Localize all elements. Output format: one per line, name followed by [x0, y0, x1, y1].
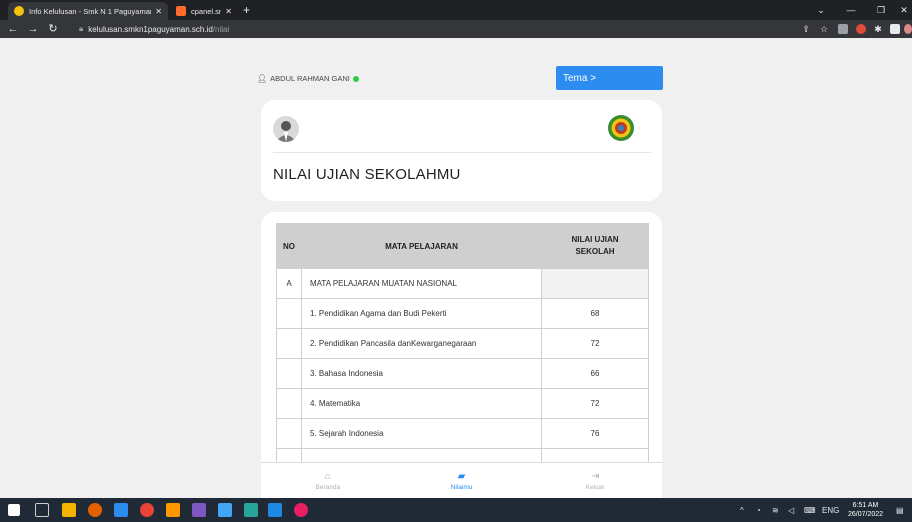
url-host: kelulusan.smkn1paguyaman.sch.id — [88, 24, 213, 34]
new-tab-plus-icon[interactable]: + — [243, 3, 250, 17]
nav-logout[interactable]: ⇥ Keluar — [528, 463, 662, 498]
page-viewport: 👤︎ ABDUL RAHMAN GANI Tema > NILAI UJIAN … — [0, 38, 912, 498]
clock-time: 6:51 AM — [852, 502, 879, 509]
tab-info-kelulusan[interactable]: Info Kelulusan - Smk N 1 Paguyaman ✕ — [8, 2, 168, 20]
school-logo-icon — [607, 114, 635, 142]
extensions-puzzle-icon[interactable]: ✱ — [872, 23, 884, 35]
network-icon[interactable]: ◔ — [756, 498, 761, 522]
lock-icon: 🔒︎ — [79, 24, 84, 33]
browser-tab-strip: Info Kelulusan - Smk N 1 Paguyaman ✕ cpa… — [0, 0, 912, 20]
table-header-row: NO MATA PELAJARAN NILAI UJIAN SEKOLAH — [276, 223, 649, 269]
tab-title: Info Kelulusan - Smk N 1 Paguyaman — [29, 6, 152, 16]
user-icon: 👤︎ — [257, 74, 268, 83]
nav-grades-label: Nilaimu — [450, 483, 473, 491]
username: ABDUL RAHMAN GANI — [270, 74, 350, 83]
subject-name: 4. Matematika — [301, 388, 542, 419]
close-window-icon[interactable]: ✕ — [896, 0, 912, 20]
header-no: NO — [276, 223, 302, 269]
table-row: 3. Bahasa Indonesia 66 — [276, 358, 649, 389]
bottom-navigation: ⌂ Beranda ▰ Nilaimu ⇥ Keluar — [261, 462, 662, 498]
tab-search-chevron-icon[interactable]: ⌄ — [806, 0, 836, 20]
subject-score: 72 — [541, 388, 649, 419]
task-view-icon[interactable] — [35, 503, 49, 517]
tab-close-icon[interactable]: ✕ — [225, 7, 232, 16]
windows-start-icon[interactable] — [8, 504, 20, 516]
nav-logout-label: Keluar — [585, 483, 605, 491]
url-path: /nilai — [212, 24, 230, 34]
forward-arrow-icon[interactable]: → — [26, 22, 40, 36]
grades-table: NO MATA PELAJARAN NILAI UJIAN SEKOLAH A … — [276, 223, 649, 479]
subject-name: 2. Pendidikan Pancasila danKewarganegara… — [301, 328, 542, 359]
table-row: 2. Pendidikan Pancasila danKewarganegara… — [276, 328, 649, 359]
table-row: 4. Matematika 72 — [276, 388, 649, 419]
app-icon[interactable] — [244, 503, 258, 517]
section-row: A MATA PELAJARAN MUATAN NASIONAL — [276, 268, 649, 299]
subject-name: 5. Sejarah Indonesia — [301, 418, 542, 449]
app-icon[interactable] — [218, 503, 232, 517]
firefox-icon[interactable] — [88, 503, 102, 517]
minimize-icon[interactable]: — — [836, 0, 866, 20]
nav-grades[interactable]: ▰ Nilaimu — [395, 463, 529, 498]
section-label: MATA PELAJARAN MUATAN NASIONAL — [301, 268, 542, 299]
extension-icon[interactable] — [838, 24, 848, 34]
notification-icon[interactable]: ▤ — [896, 498, 904, 522]
back-arrow-icon[interactable]: ← — [6, 22, 20, 36]
profile-avatar-icon[interactable] — [904, 24, 912, 34]
book-icon: ▰ — [457, 470, 466, 482]
online-status-dot — [352, 75, 359, 82]
subject-score: 72 — [541, 328, 649, 359]
user-status: 👤︎ ABDUL RAHMAN GANI — [257, 74, 359, 83]
tray-chevron-icon[interactable]: ^ — [740, 498, 744, 522]
logout-icon: ⇥ — [590, 470, 600, 482]
nav-home[interactable]: ⌂ Beranda — [261, 463, 395, 498]
system-clock[interactable]: 6:51 AM 26/07/2022 — [848, 501, 883, 519]
share-icon[interactable]: ⇪ — [800, 23, 812, 35]
nav-home-label: Beranda — [315, 483, 341, 491]
tab-close-icon[interactable]: ✕ — [155, 7, 162, 16]
tab-cpanel[interactable]: cpanel.smkn1paguyaman.sch.id / ✕ — [170, 2, 238, 20]
vscode-icon[interactable] — [114, 503, 128, 517]
subject-score: 68 — [541, 298, 649, 329]
windows-taskbar: ^ ◔ ≋ ◁ ⌨ ENG 6:51 AM 26/07/2022 ▤ — [0, 498, 912, 522]
wifi-icon[interactable]: ≋ — [772, 498, 779, 522]
grades-card: NO MATA PELAJARAN NILAI UJIAN SEKOLAH A … — [261, 212, 662, 498]
student-avatar — [273, 116, 299, 142]
word-icon[interactable] — [268, 503, 282, 517]
header-score: NILAI UJIAN SEKOLAH — [541, 223, 649, 269]
sublime-icon[interactable] — [166, 503, 180, 517]
table-row: 1. Pendidikan Agama dan Budi Pekerti 68 — [276, 298, 649, 329]
tab-favicon-icon — [176, 6, 186, 16]
card-divider — [273, 152, 651, 153]
page-title: NILAI UJIAN SEKOLAHMU — [273, 166, 461, 183]
tab-title: cpanel.smkn1paguyaman.sch.id / — [191, 6, 221, 16]
app-icon[interactable] — [192, 503, 206, 517]
file-explorer-icon[interactable] — [62, 503, 76, 517]
reload-icon[interactable]: ↻ — [46, 22, 60, 36]
tab-favicon-icon — [14, 6, 24, 16]
clock-date: 26/07/2022 — [848, 511, 884, 518]
section-score-empty — [541, 268, 649, 299]
side-panel-icon[interactable] — [890, 24, 900, 34]
chrome-icon[interactable] — [140, 503, 154, 517]
subject-score: 66 — [541, 358, 649, 389]
url-input[interactable]: 🔒︎ kelulusan.smkn1paguyaman.sch.id /nila… — [77, 22, 792, 36]
profile-card: NILAI UJIAN SEKOLAHMU — [261, 100, 662, 201]
volume-icon[interactable]: ◁ — [788, 498, 794, 522]
subject-name: 1. Pendidikan Agama dan Budi Pekerti — [301, 298, 542, 329]
header-subject: MATA PELAJARAN — [301, 223, 542, 269]
restore-icon[interactable]: ❐ — [866, 0, 896, 20]
bookmark-star-icon[interactable]: ☆ — [818, 23, 830, 35]
subject-score: 76 — [541, 418, 649, 449]
theme-button[interactable]: Tema > — [556, 66, 663, 90]
extension-red-icon[interactable] — [856, 24, 866, 34]
app-icon[interactable] — [294, 503, 308, 517]
subject-name: 3. Bahasa Indonesia — [301, 358, 542, 389]
address-bar: ← → ↻ 🔒︎ kelulusan.smkn1paguyaman.sch.id… — [0, 20, 912, 38]
language-indicator[interactable]: ENG — [822, 498, 839, 522]
table-row: 5. Sejarah Indonesia 76 — [276, 418, 649, 449]
home-icon: ⌂ — [324, 470, 331, 482]
section-no: A — [276, 268, 302, 299]
keyboard-icon[interactable]: ⌨ — [804, 498, 816, 522]
